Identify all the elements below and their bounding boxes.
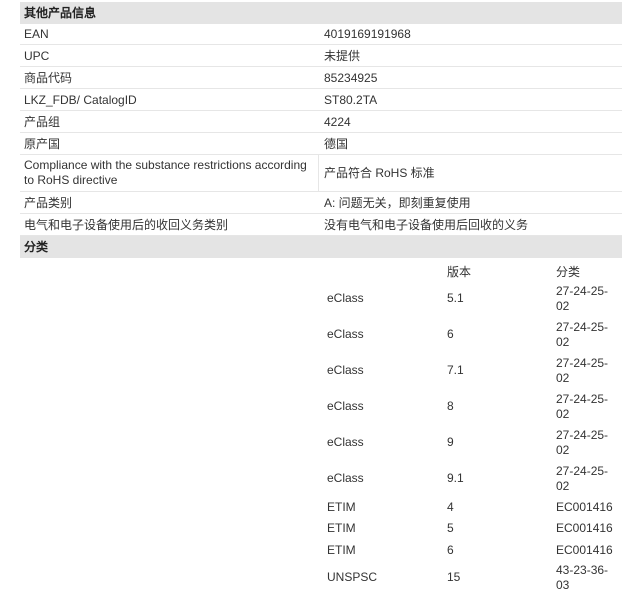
info-row-rohs: Compliance with the substance restrictio…: [20, 155, 622, 192]
other-product-info-header: 其他产品信息: [20, 2, 622, 24]
info-value: 德国: [324, 137, 349, 151]
classification-code: 43-23-36-03: [556, 563, 609, 592]
info-row-weee-category: 电气和电子设备使用后的收回义务类别 没有电气和电子设备使用后回收的义务: [20, 214, 622, 236]
classification-version: 6: [447, 327, 454, 341]
classification-version: 5.1: [447, 291, 464, 305]
classification-header: 分类: [20, 236, 622, 258]
info-label: UPC: [24, 49, 50, 63]
classification-version: 9.1: [447, 471, 464, 485]
info-label: 电气和电子设备使用后的收回义务类别: [24, 218, 229, 232]
classification-system: eClass: [327, 363, 364, 377]
classification-code: 27-24-25-02: [556, 284, 609, 313]
info-value: 85234925: [324, 71, 378, 85]
info-value: 没有电气和电子设备使用后回收的义务: [324, 218, 529, 232]
info-row-country-of-origin: 原产国 德国: [20, 133, 622, 155]
product-info-page: 其他产品信息 EAN 4019169191968 UPC 未提供 商品代码 85…: [0, 0, 632, 592]
info-label: 产品类别: [24, 196, 73, 210]
classification-code: 27-24-25-02: [556, 428, 609, 457]
info-value: ST80.2TA: [324, 93, 378, 107]
info-row-product-group: 产品组 4224: [20, 111, 622, 133]
classification-code: EC001416: [556, 521, 613, 535]
classification-system: ETIM: [327, 543, 356, 557]
info-label: 产品组: [24, 115, 61, 129]
classification-system: eClass: [327, 327, 364, 341]
info-value: 未提供: [324, 49, 361, 63]
info-label: LKZ_FDB/ CatalogID: [24, 93, 137, 107]
classification-code: 27-24-25-02: [556, 392, 609, 421]
classification-version: 6: [447, 543, 454, 557]
info-value: 产品符合 RoHS 标准: [324, 166, 435, 180]
classification-code: EC001416: [556, 543, 613, 557]
classification-system: ETIM: [327, 500, 356, 514]
classification-system: UNSPSC: [327, 570, 378, 584]
classification-system: eClass: [327, 291, 364, 305]
column-divider: [318, 155, 319, 191]
info-label: 商品代码: [24, 71, 73, 85]
classification-version: 15: [447, 570, 461, 584]
info-label: EAN: [24, 27, 49, 41]
info-row-item-code: 商品代码 85234925: [20, 67, 622, 89]
classification-version: 8: [447, 399, 454, 413]
classification-code: EC001416: [556, 500, 613, 514]
info-row-catalog-id: LKZ_FDB/ CatalogID ST80.2TA: [20, 89, 622, 111]
info-label: Compliance with the substance restrictio…: [24, 158, 307, 187]
classification-version: 7.1: [447, 363, 464, 377]
classification-code: 27-24-25-02: [556, 320, 609, 349]
classification-system: eClass: [327, 399, 364, 413]
info-label: 原产国: [24, 137, 61, 151]
classification-system: eClass: [327, 435, 364, 449]
info-value: 4224: [324, 115, 351, 129]
classification-class-header: 分类: [556, 265, 581, 279]
classification-version: 5: [447, 521, 454, 535]
classification-code: 27-24-25-02: [556, 464, 609, 493]
info-value: 4019169191968: [324, 27, 411, 41]
classification-version: 4: [447, 500, 454, 514]
classification-code: 27-24-25-02: [556, 356, 609, 385]
classification-version-header: 版本: [447, 265, 472, 279]
classification-system: ETIM: [327, 521, 356, 535]
info-row-upc: UPC 未提供: [20, 45, 622, 67]
classification-system: eClass: [327, 471, 364, 485]
info-row-product-category: 产品类别 A: 问题无关，即刻重复使用: [20, 192, 622, 214]
info-row-ean: EAN 4019169191968: [20, 24, 622, 45]
classification-version: 9: [447, 435, 454, 449]
info-value: A: 问题无关，即刻重复使用: [324, 196, 471, 210]
